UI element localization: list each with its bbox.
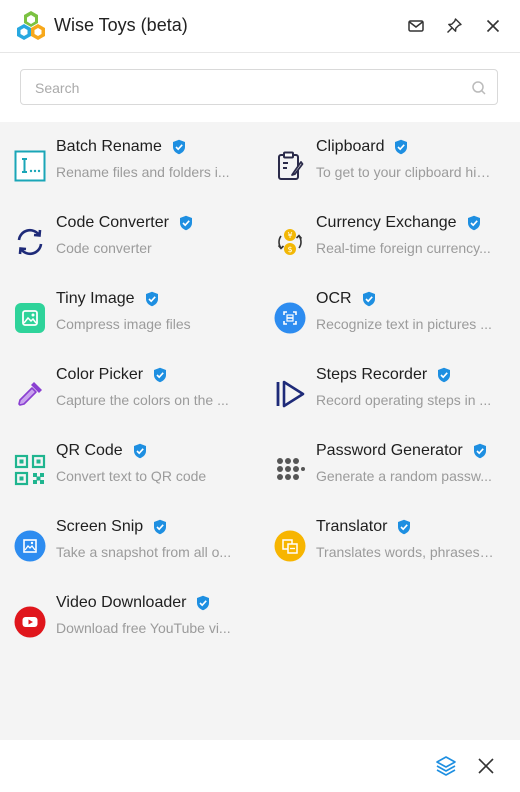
tool-password-generator[interactable]: Password Generator Generate a random pas…: [274, 442, 520, 502]
close-icon: [478, 758, 494, 774]
currency-exchange-icon: ¥ $: [277, 229, 303, 255]
color-picker-icon: [18, 382, 42, 406]
svg-text:¥: ¥: [287, 231, 292, 240]
tool-name: Video Downloader: [56, 594, 187, 611]
mail-icon: [408, 20, 424, 32]
qr-code-icon: [14, 454, 46, 486]
tool-clipboard[interactable]: Clipboard To get to your clipboard his..…: [274, 138, 520, 198]
batch-rename-icon: [14, 150, 46, 182]
tool-color-picker[interactable]: Color Picker Capture the colors on the .…: [14, 366, 264, 426]
verified-badge-icon: [398, 519, 411, 535]
verified-badge-icon: [179, 215, 192, 231]
tool-tiny-image[interactable]: Tiny Image Compress image files: [14, 290, 264, 350]
verified-badge-icon: [362, 291, 375, 307]
tool-name: Tiny Image: [56, 290, 135, 307]
tool-name: Clipboard: [316, 138, 385, 155]
verified-badge-icon: [197, 595, 210, 611]
tool-name: OCR: [316, 290, 352, 307]
verified-badge-icon: [438, 367, 451, 383]
layers-button[interactable]: [434, 754, 458, 778]
title-bar: Wise Toys (beta): [0, 0, 520, 53]
tool-description: Download free YouTube vi...: [56, 620, 231, 636]
clipboard-icon: [278, 151, 304, 180]
verified-badge-icon: [133, 443, 146, 459]
tool-qr-code[interactable]: QR Code Convert text to QR code: [14, 442, 264, 502]
layers-icon: [436, 756, 456, 776]
tool-description: Capture the colors on the ...: [56, 392, 229, 408]
tool-name: Steps Recorder: [316, 366, 428, 383]
tool-description: Translates words, phrases,...: [316, 544, 494, 560]
password-generator-icon: [277, 458, 305, 480]
mail-button[interactable]: [404, 14, 428, 38]
translator-icon: [274, 530, 306, 562]
tool-batch-rename[interactable]: Batch Rename Rename files and folders i.…: [14, 138, 264, 198]
search-icon[interactable]: [471, 80, 487, 96]
tool-description: Record operating steps in ...: [316, 392, 492, 408]
bottom-close-button[interactable]: [474, 754, 498, 778]
tool-description: Real-time foreign currency...: [316, 240, 491, 256]
tool-description: Compress image files: [56, 316, 191, 332]
tool-screen-snip[interactable]: Screen Snip Take a snapshot from all o..…: [14, 518, 264, 578]
search-box: [20, 69, 498, 105]
close-icon: [486, 19, 500, 33]
tool-code-converter[interactable]: Code Converter Code converter: [14, 214, 264, 274]
tool-description: Convert text to QR code: [56, 468, 207, 484]
tool-description: Code converter: [56, 240, 152, 256]
tool-description: To get to your clipboard his...: [316, 164, 494, 180]
tool-steps-recorder[interactable]: Steps Recorder Record operating steps in…: [274, 366, 520, 426]
hexagon-cluster-logo: [17, 11, 45, 40]
tool-name: Batch Rename: [56, 138, 162, 155]
pin-button[interactable]: [442, 14, 466, 38]
verified-badge-icon: [172, 139, 185, 155]
tool-description: Generate a random passw...: [316, 468, 492, 484]
tool-description: Rename files and folders i...: [56, 164, 230, 180]
verified-badge-icon: [154, 367, 167, 383]
pin-icon: [447, 18, 462, 33]
tool-name: QR Code: [56, 442, 123, 459]
tiny-image-icon: [15, 303, 45, 333]
verified-badge-icon: [395, 139, 408, 155]
tool-ocr[interactable]: OCR Recognize text in pictures ...: [274, 290, 520, 350]
code-converter-icon: [17, 228, 43, 256]
svg-text:$: $: [287, 245, 292, 254]
bottom-bar: [0, 740, 520, 792]
tool-name: Password Generator: [316, 442, 463, 459]
verified-badge-icon: [154, 519, 167, 535]
tool-name: Color Picker: [56, 366, 144, 383]
tool-name: Translator: [316, 518, 388, 535]
tool-name: Code Converter: [56, 214, 169, 231]
tool-currency-exchange[interactable]: ¥ $ Currency Exchange Real-time foreign …: [274, 214, 520, 274]
verified-badge-icon: [145, 291, 158, 307]
tool-video-downloader[interactable]: Video Downloader Download free YouTube v…: [14, 594, 264, 654]
close-button[interactable]: [481, 14, 505, 38]
verified-badge-icon: [473, 443, 486, 459]
screen-snip-icon: [14, 530, 46, 562]
video-downloader-icon: [14, 606, 46, 638]
ocr-icon: [274, 302, 306, 334]
tool-translator[interactable]: Translator Translates words, phrases,...: [274, 518, 520, 578]
app-title: Wise Toys (beta): [54, 15, 188, 35]
search-area: [0, 53, 520, 122]
search-input[interactable]: [33, 78, 457, 98]
verified-badge-icon: [467, 215, 480, 231]
tool-description: Recognize text in pictures ...: [316, 316, 492, 332]
tool-description: Take a snapshot from all o...: [56, 544, 232, 560]
tool-name: Currency Exchange: [316, 214, 457, 231]
tool-name: Screen Snip: [56, 518, 144, 535]
steps-recorder-icon: [276, 380, 305, 408]
